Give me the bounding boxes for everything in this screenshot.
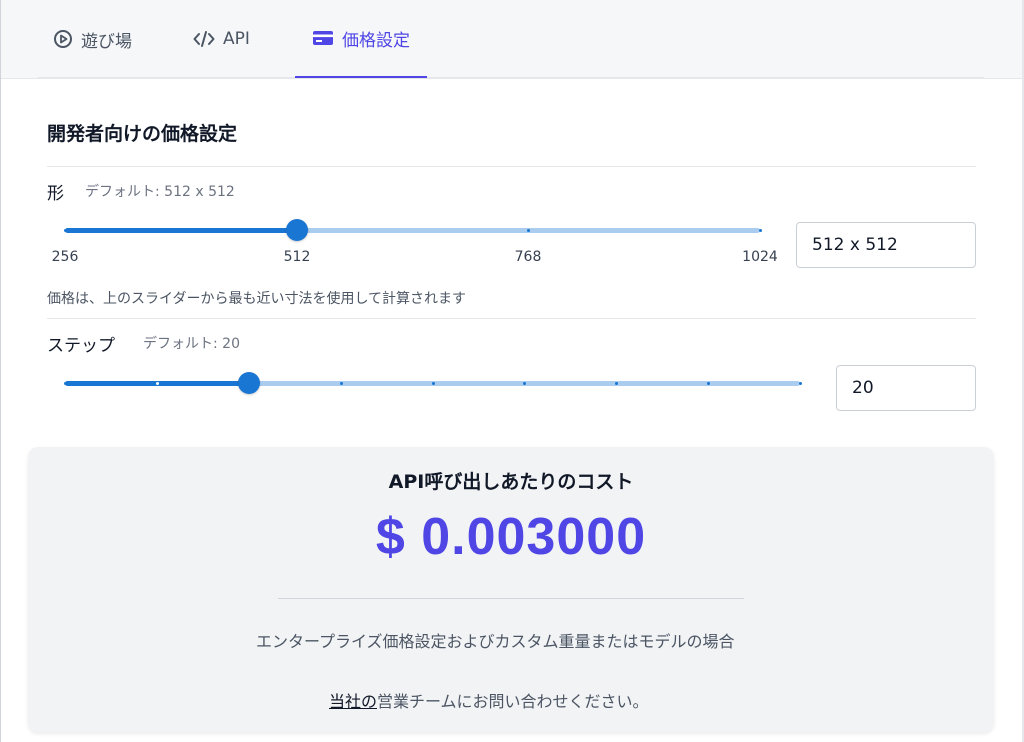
shape-mark-label: 768 (514, 249, 542, 265)
shape-value-text: 512 x 512 (812, 235, 898, 255)
steps-tick (523, 382, 527, 385)
shape-slider-fill (65, 228, 297, 233)
window-border-left (0, 0, 1, 742)
play-circle-icon (53, 29, 73, 49)
steps-tick (64, 382, 67, 385)
divider (47, 166, 976, 167)
steps-value-text: 20 (852, 378, 874, 398)
shape-mark-label: 1024 (742, 249, 778, 265)
steps-value-input[interactable]: 20 (836, 365, 976, 411)
sales-link[interactable]: 当社の (329, 692, 377, 711)
code-icon (193, 30, 215, 48)
steps-tick (707, 382, 711, 385)
tab-divider (38, 77, 984, 78)
steps-tick (615, 382, 619, 385)
steps-default: デフォルト: 20 (143, 336, 240, 352)
card-divider (278, 598, 744, 599)
steps-tick (799, 382, 802, 385)
shape-tick (527, 229, 531, 232)
contact-line: 当社の営業チームにお問い合わせください。 (329, 687, 649, 717)
divider (47, 318, 976, 319)
steps-slider-track[interactable] (64, 372, 802, 394)
steps-label: ステップ (47, 336, 115, 356)
tab-pricing[interactable]: 価格設定 (295, 0, 427, 78)
steps-tick (431, 382, 435, 385)
shape-label: 形 (47, 184, 64, 204)
cost-card: API呼び出しあたりのコスト $ 0.003000 エンタープライズ価格設定およ… (28, 447, 994, 732)
steps-tick (339, 382, 343, 385)
tab-label: API (223, 29, 250, 49)
enterprise-text: エンタープライズ価格設定およびカスタム重量またはモデルの場合 (256, 632, 735, 651)
tab-label: 価格設定 (342, 30, 410, 51)
steps-slider-thumb[interactable] (237, 372, 260, 394)
tab-playground[interactable]: 遊び場 (53, 0, 163, 78)
contact-text: 営業チームにお問い合わせください。 (377, 692, 649, 711)
shape-tick (759, 229, 762, 232)
shape-slider-thumb[interactable] (285, 219, 308, 241)
shape-mark-label: 512 (283, 249, 311, 265)
shape-mark-label: 256 (51, 249, 79, 265)
tab-api[interactable]: API (193, 0, 283, 78)
shape-slider-track[interactable] (64, 219, 762, 241)
steps-tick (155, 382, 159, 385)
shape-value-input[interactable]: 512 x 512 (796, 222, 976, 268)
tab-label: 遊び場 (81, 31, 132, 52)
shape-default: デフォルト: 512 x 512 (85, 184, 235, 200)
cost-title: API呼び出しあたりのコスト (388, 471, 634, 493)
pricing-note: 価格は、上のスライダーから最も近い寸法を使用して計算されます (47, 291, 467, 307)
price-value: $ 0.003000 (375, 508, 647, 566)
section-title: 開発者向けの価格設定 (47, 123, 238, 145)
shape-tick (64, 229, 67, 232)
credit-card-icon (312, 29, 334, 47)
